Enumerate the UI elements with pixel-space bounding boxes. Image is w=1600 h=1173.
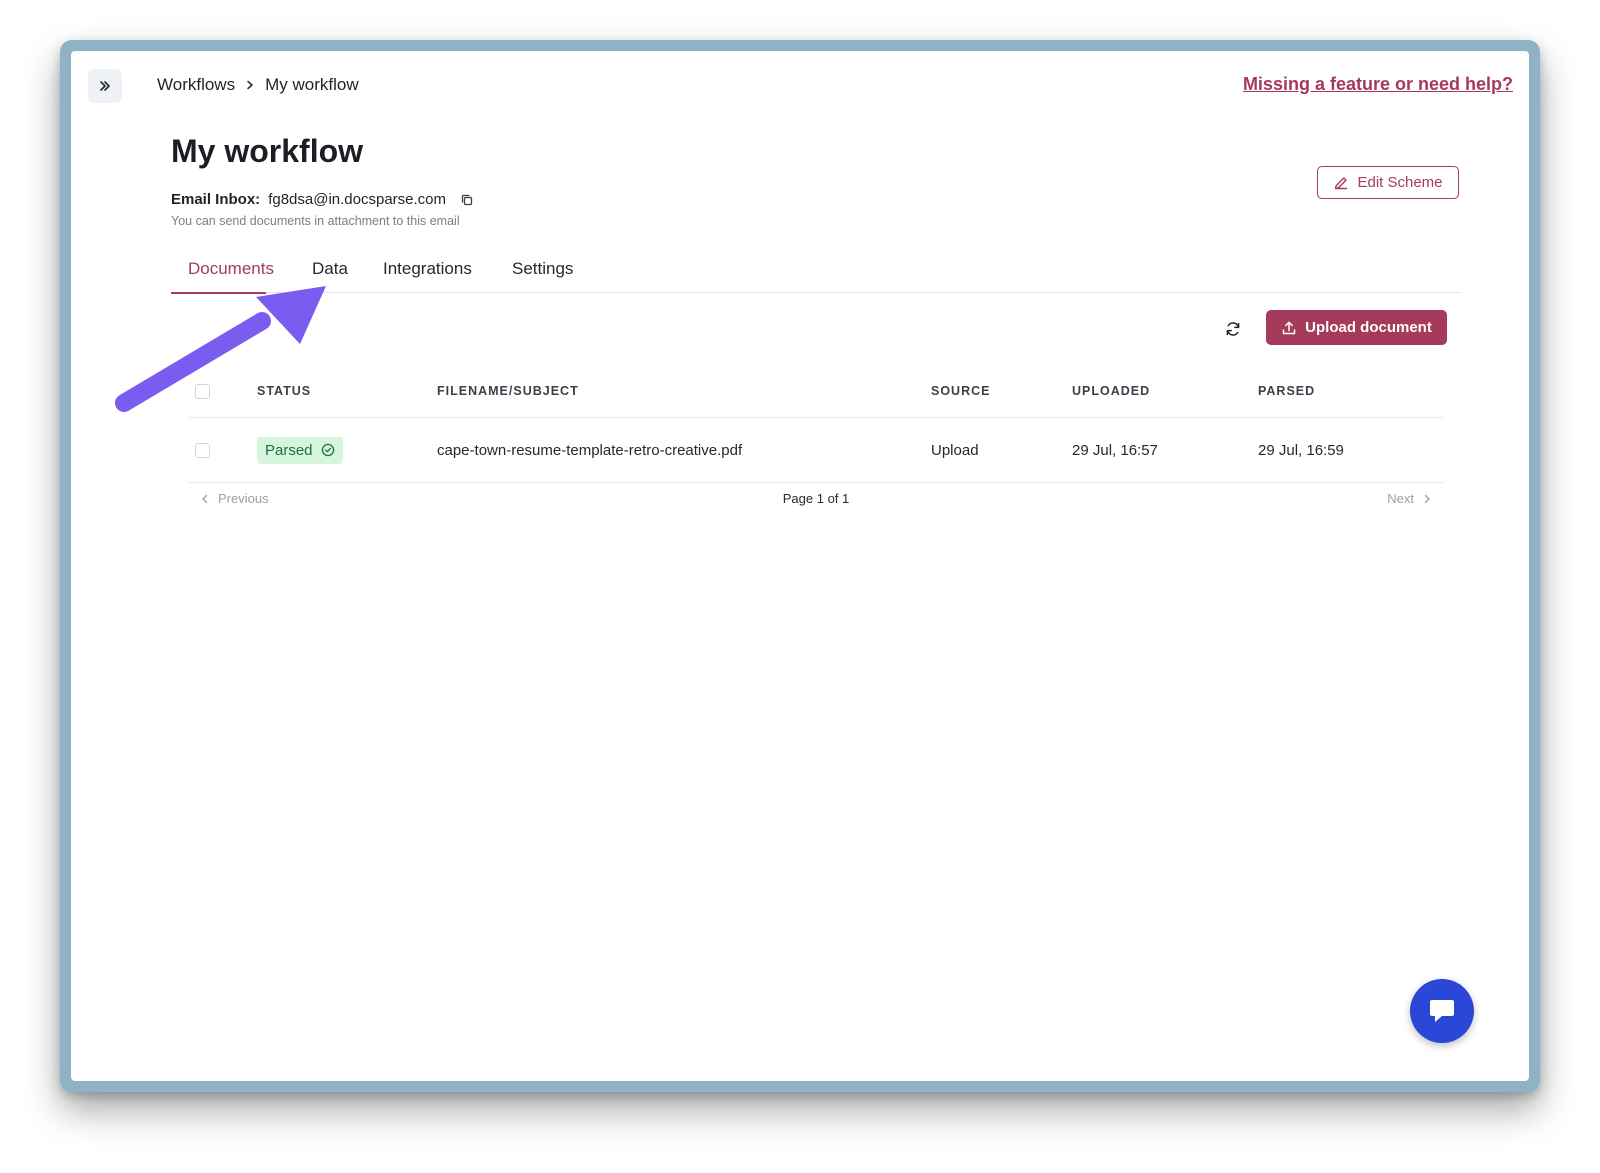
next-page-button[interactable]: Next xyxy=(1387,491,1432,506)
edit-scheme-button[interactable]: Edit Scheme xyxy=(1317,166,1459,199)
table-row[interactable]: Parsed cape-town-resume-template-retro-c… xyxy=(188,418,1444,483)
select-all-checkbox[interactable] xyxy=(195,383,210,399)
upload-icon xyxy=(1282,321,1296,334)
top-bar: Workflows My workflow Missing a feature … xyxy=(71,51,1529,121)
breadcrumb-workflows-link[interactable]: Workflows xyxy=(157,75,235,95)
column-header-filename[interactable]: FILENAME/SUBJECT xyxy=(437,365,579,417)
row-source: Upload xyxy=(931,441,979,459)
upload-document-label: Upload document xyxy=(1305,319,1432,336)
row-checkbox[interactable] xyxy=(195,442,210,458)
email-inbox-hint: You can send documents in attachment to … xyxy=(171,214,460,228)
row-uploaded: 29 Jul, 16:57 xyxy=(1072,441,1158,459)
email-inbox-address: fg8dsa@in.docsparse.com xyxy=(268,191,447,208)
row-parsed: 29 Jul, 16:59 xyxy=(1258,441,1344,459)
breadcrumb: Workflows My workflow xyxy=(157,75,359,95)
copy-icon[interactable] xyxy=(460,193,474,207)
tab-settings[interactable]: Settings xyxy=(512,259,573,279)
expand-sidebar-button[interactable] xyxy=(88,69,122,103)
column-header-parsed[interactable]: PARSED xyxy=(1258,365,1315,417)
email-inbox-label: Email Inbox: xyxy=(171,191,261,208)
upload-document-button[interactable]: Upload document xyxy=(1266,310,1447,345)
pagination: Previous Page 1 of 1 Next xyxy=(188,485,1444,515)
chat-icon xyxy=(1430,1000,1454,1022)
app-window: Workflows My workflow Missing a feature … xyxy=(71,51,1529,1081)
page-title: My workflow xyxy=(171,133,364,169)
status-badge: Parsed xyxy=(257,436,343,464)
chat-button[interactable] xyxy=(1410,979,1474,1043)
breadcrumb-current: My workflow xyxy=(265,75,359,94)
email-inbox-row: Email Inbox: fg8dsa@in.docsparse.com xyxy=(171,191,474,208)
table-header: STATUS FILENAME/SUBJECT SOURCE UPLOADED … xyxy=(188,365,1444,418)
chevron-right-icon xyxy=(245,80,255,90)
refresh-icon xyxy=(1226,322,1240,336)
tab-documents[interactable]: Documents xyxy=(188,259,274,279)
chevron-right-icon xyxy=(1424,494,1430,503)
refresh-button[interactable] xyxy=(1221,317,1245,341)
window-frame: Workflows My workflow Missing a feature … xyxy=(60,40,1540,1092)
column-header-status[interactable]: STATUS xyxy=(257,365,311,417)
page-info: Page 1 of 1 xyxy=(782,491,850,506)
edit-scheme-label: Edit Scheme xyxy=(1357,174,1443,191)
check-circle-icon xyxy=(321,443,334,457)
tab-data[interactable]: Data xyxy=(312,259,348,279)
documents-table: STATUS FILENAME/SUBJECT SOURCE UPLOADED … xyxy=(188,365,1444,483)
pencil-icon xyxy=(1335,176,1348,189)
column-header-source[interactable]: SOURCE xyxy=(931,365,990,417)
next-page-label: Next xyxy=(1387,491,1414,506)
status-badge-label: Parsed xyxy=(265,441,313,459)
row-filename[interactable]: cape-town-resume-template-retro-creative… xyxy=(437,418,742,482)
column-header-uploaded[interactable]: UPLOADED xyxy=(1072,365,1150,417)
help-link[interactable]: Missing a feature or need help? xyxy=(1243,74,1513,95)
tab-bar: Documents Data Integrations Settings xyxy=(171,249,1461,294)
active-tab-indicator xyxy=(171,291,266,294)
tab-integrations[interactable]: Integrations xyxy=(383,259,472,279)
double-chevron-right-icon xyxy=(100,81,110,91)
